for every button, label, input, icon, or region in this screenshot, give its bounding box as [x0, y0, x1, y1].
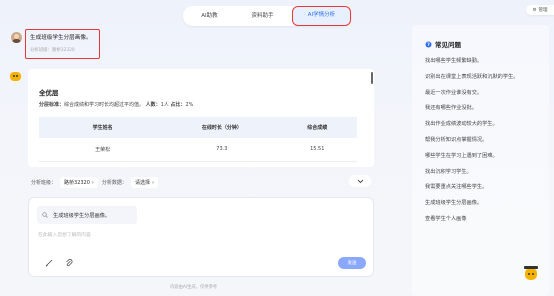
tab-ai-assistant[interactable]: AI助教 [183, 6, 236, 26]
svg-text:?: ? [427, 42, 430, 48]
faq-item[interactable]: 我需要重点关注哪些学生。 [425, 182, 518, 198]
data-filter-select[interactable]: 请选择 › [130, 177, 158, 188]
chevron-right-icon: › [151, 179, 154, 186]
bot-avatar-icon [10, 71, 21, 81]
header-overall-score: 综合成绩 [277, 117, 357, 138]
faq-panel: ? 常见问题 找出哪些学生频繁缺勤。 识别出在课堂上表现活跃和沉默的学生。 最近… [412, 25, 549, 296]
faq-item[interactable]: 识别出在课堂上表现活跃和沉默的学生。 [425, 72, 518, 88]
layer-standard: 分层标准：综合成绩和学习时长均超过平均值。 人数：1人 占比：2% [39, 101, 363, 108]
user-avatar [11, 32, 22, 43]
standard-label: 分层标准： [39, 102, 65, 108]
standard-text: 综合成绩和学习时长均超过平均值。 [64, 102, 145, 108]
data-filter-value: 请选择 [134, 180, 150, 186]
faq-item[interactable]: 哪些学生在学习上遇到了困难。 [425, 151, 518, 167]
answer-scrollbar[interactable] [371, 72, 373, 84]
question-icon: ? [425, 41, 432, 48]
send-button[interactable]: 发送 [338, 257, 366, 269]
ratio-label: 占比： [170, 102, 186, 108]
faq-item[interactable]: 生成班级学生分层画像。 [425, 198, 518, 214]
faq-item[interactable]: 我还有哪些作业没批。 [425, 103, 518, 119]
gear-icon: ⚙ [532, 7, 537, 13]
ai-disclaimer: 内容由AI生成，仅供参考 [170, 285, 218, 290]
faq-item[interactable]: 找出作业成绩波动较大的学生。 [425, 119, 518, 135]
faq-item[interactable]: 最近一次作业谁没有交。 [425, 88, 518, 104]
class-filter-value: 路桥32320 [64, 180, 90, 186]
top-tab-bar: AI助教 资料助手 AI学情分析 [183, 6, 351, 26]
student-table: 学生姓名 在线时长（分钟） 综合成绩 王荣松 73.3 15.51 [39, 117, 357, 162]
analysis-filters: 分析班级： 路桥32320 › 分析数据： 请选择 › [31, 177, 158, 188]
search-icon [42, 212, 48, 218]
data-filter-label: 分析数据： [101, 180, 127, 186]
faq-item[interactable]: 找出沉积学习学生。 [425, 167, 518, 183]
table-header-row: 学生姓名 在线时长（分钟） 综合成绩 [39, 117, 357, 138]
user-message: 生成班级学生分层画像。 分析班级：路桥32320 [25, 29, 100, 59]
faq-title: ? 常见问题 [425, 39, 461, 49]
answer-card: 全优层 分层标准：综合成绩和学习时长均超过平均值。 人数：1人 占比：2% 学生… [28, 69, 374, 167]
tab-ai-learning-analysis[interactable]: AI学情分析 [292, 6, 351, 26]
faq-title-text: 常见问题 [435, 41, 461, 49]
faq-list: 找出哪些学生频繁缺勤。 识别出在课堂上表现活跃和沉默的学生。 最近一次作业谁没有… [425, 56, 518, 230]
chevron-down-icon [357, 179, 363, 183]
helper-mascot-icon[interactable] [521, 263, 541, 283]
count-label: 人数： [145, 102, 161, 108]
cell-overall-score: 15.51 [277, 138, 357, 162]
attachment-icon[interactable] [65, 259, 73, 267]
class-filter-label: 分析班级： [31, 180, 57, 186]
collapse-button[interactable] [349, 175, 371, 187]
user-message-source: 分析班级：路桥32320 [30, 48, 75, 53]
brush-icon[interactable] [45, 259, 53, 267]
answer-heading: 全优层 [39, 89, 59, 97]
faq-item[interactable]: 找出哪些学生频繁缺勤。 [425, 56, 518, 72]
suggested-question[interactable]: 生成班级学生分层画像。 [37, 206, 137, 224]
user-question: 生成班级学生分层画像。 [30, 35, 92, 41]
class-filter-select[interactable]: 路桥32320 › [60, 177, 98, 188]
faq-item[interactable]: 帮我分析知识点掌握情况。 [425, 135, 518, 151]
count-value: 1人 [160, 102, 169, 108]
manage-button[interactable]: ⚙ 管理 [526, 5, 554, 15]
cell-student-name: 王荣松 [39, 138, 167, 162]
suggested-question-text: 生成班级学生分层画像。 [53, 212, 111, 219]
chat-input-box: 生成班级学生分层画像。 在此输入您想了解的内容 发送 [28, 197, 374, 277]
manage-label: 管理 [538, 8, 548, 13]
table-row: 王荣松 73.3 15.51 [39, 138, 357, 162]
tab-resource-assistant[interactable]: 资料助手 [236, 6, 289, 26]
faq-item[interactable]: 查看学生个人画像 [425, 214, 518, 230]
chevron-right-icon: › [91, 179, 94, 186]
header-online-duration: 在线时长（分钟） [166, 117, 278, 138]
cell-online-duration: 73.3 [166, 138, 278, 162]
ratio-value: 2% [185, 102, 194, 108]
header-student-name: 学生姓名 [39, 117, 167, 138]
chat-input[interactable]: 在此输入您想了解的内容 [38, 231, 91, 238]
